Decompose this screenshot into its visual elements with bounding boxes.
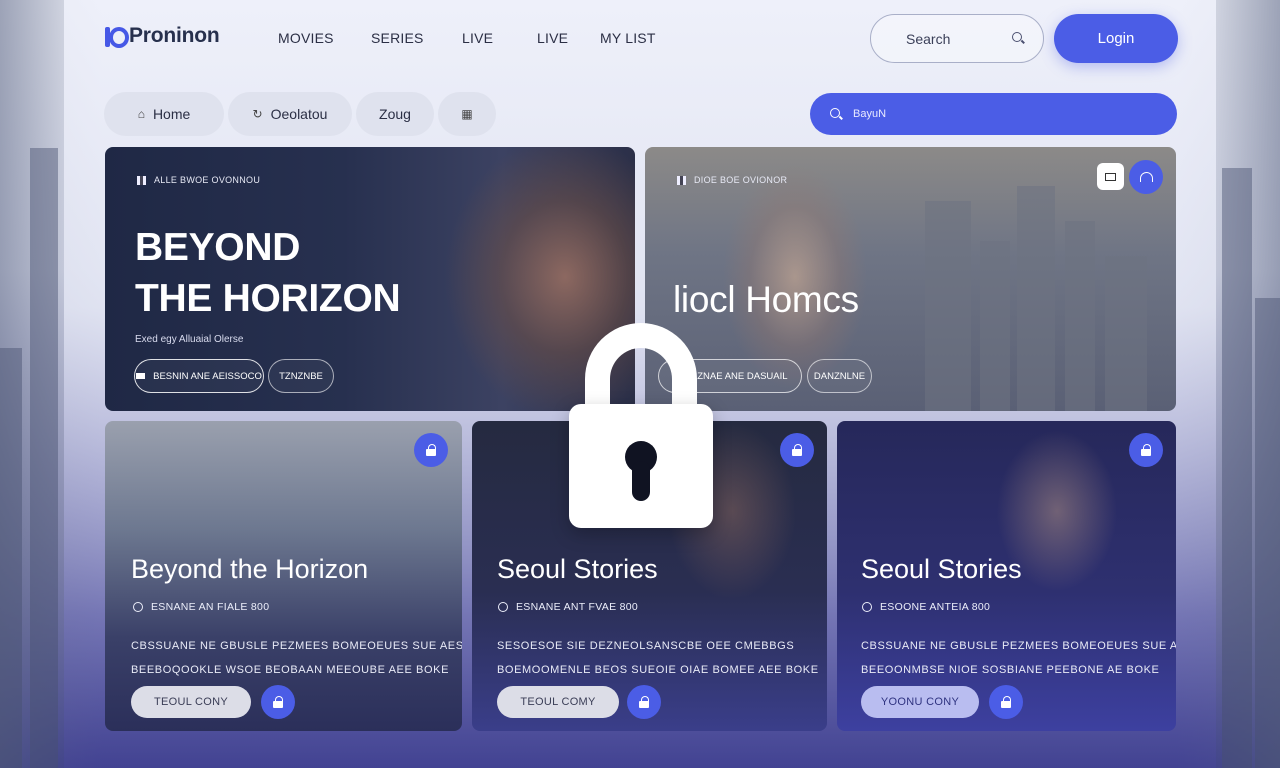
bookmark-icon	[137, 175, 146, 185]
home-icon: ⌂	[137, 107, 145, 121]
tile-title: Beyond the Horizon	[131, 554, 369, 584]
lock-button[interactable]	[261, 685, 295, 719]
tile-title: Seoul Stories	[497, 554, 658, 584]
hero-card-local-homes[interactable]: DIOE BOE OVIONOR liocl Homcs PLENZNAE AN…	[645, 147, 1176, 411]
nav-live-2[interactable]: LIVE	[537, 30, 568, 46]
nav-live[interactable]: LIVE	[462, 30, 493, 46]
tile-description: SESOESOE SIE DEZNEOLSANSCBE OEE CMEBBGS …	[497, 634, 819, 682]
play-icon	[136, 373, 146, 379]
hero-meta: Exed egy Alluaial Olerse	[135, 334, 244, 345]
chip-zoug-label: Zoug	[379, 106, 411, 122]
brand-name: Proninon	[129, 24, 220, 47]
tile-action-button[interactable]: TEOUL CONY	[131, 686, 251, 718]
chip-home[interactable]: ⌂ Home	[104, 92, 224, 136]
grid-icon: ▦	[461, 107, 473, 121]
hero-title: BEYOND THE HORIZON	[135, 222, 401, 324]
lock-button[interactable]	[627, 685, 661, 719]
lock-icon	[780, 433, 814, 467]
secondary-search-text: BayuN	[853, 108, 887, 120]
nav-my-list[interactable]: MY LIST	[600, 30, 656, 46]
hero-title-line1: BEYOND	[135, 226, 301, 269]
chip-oeolatou[interactable]: ↻ Oeolatou	[228, 92, 352, 136]
lock-icon	[1129, 433, 1163, 467]
tile-beyond-the-horizon[interactable]: Beyond the Horizon ESNANE AN FIALE 800 C…	[105, 421, 462, 731]
nav-movies[interactable]: MOVIES	[278, 30, 334, 46]
hero-primary-button[interactable]: BESNIN ANE AEISSOCO	[134, 359, 264, 393]
login-button[interactable]: Login	[1054, 14, 1178, 63]
tile-desc-line1: CBSSUANE NE GBUSLE PEZMEES BOMEOEUES SUE…	[131, 640, 462, 652]
tile-seoul-stories-2[interactable]: Seoul Stories ESOONE ANTEIA 800 CBSSUANE…	[837, 421, 1176, 731]
tile-info-text: ESNANE AN FIALE 800	[151, 601, 270, 613]
hero-primary-label: BESNIN ANE AEISSOCO	[153, 370, 262, 382]
headset-icon[interactable]	[1129, 160, 1163, 194]
tile-action-button[interactable]: TEOUL COMY	[497, 686, 619, 718]
tile-desc-line1: SESOESOE SIE DEZNEOLSANSCBE OEE CMEBBGS	[497, 640, 795, 652]
tile-action-button[interactable]: YOONU CONY	[861, 686, 979, 718]
search-icon	[830, 107, 843, 121]
clock-icon	[862, 602, 872, 612]
search-icon[interactable]	[1012, 32, 1025, 45]
hero-title-line2: THE HORIZON	[135, 277, 401, 320]
hero2-tag: DIOE BOE OVIONOR	[677, 175, 787, 185]
tile-desc-line1: CBSSUANE NE GBUSLE PEZMEES BOMEOEUES SUE…	[861, 640, 1176, 652]
tile-description: CBSSUANE NE GBUSLE PEZMEES BOMEOEUES SUE…	[861, 634, 1176, 682]
lock-icon	[1001, 696, 1011, 708]
tile-info: ESNANE AN FIALE 800	[133, 601, 269, 613]
hero2-title: liocl Homcs	[673, 279, 859, 320]
brand-logo[interactable]: Proninon	[105, 24, 220, 48]
tile-desc-line2: BEEBOQOOKLE WSOE BEOBAAN MEEOUBE AEE BOK…	[131, 664, 450, 676]
bookmark-icon	[677, 175, 686, 185]
lock-icon	[414, 433, 448, 467]
lock-button[interactable]	[989, 685, 1023, 719]
secondary-search-bar[interactable]: BayuN	[810, 93, 1177, 135]
clock-icon	[133, 602, 143, 612]
hero-tag: ALLE BWOE OVONNOU	[137, 175, 260, 185]
lock-icon	[273, 696, 283, 708]
hero2-tag-text: DIOE BOE OVIONOR	[694, 175, 788, 185]
hero-card-beyond-horizon[interactable]: ALLE BWOE OVONNOU BEYOND THE HORIZON Exe…	[105, 147, 635, 411]
hero-secondary-label: TZNZNBE	[279, 370, 323, 382]
clock-icon	[498, 602, 508, 612]
chip-oeolatou-label: Oeolatou	[270, 106, 328, 122]
chip-grid[interactable]: ▦	[438, 92, 496, 136]
tile-info-text: ESNANE ANT FVAE 800	[516, 601, 639, 613]
search-input[interactable]: Search	[870, 14, 1044, 63]
search-placeholder: Search	[906, 30, 951, 47]
chip-home-label: Home	[152, 106, 191, 122]
lock-icon	[639, 696, 649, 708]
tile-desc-line2: BEEOONMBSE NIOE SOSBIANE PEEBONE AE BOKE	[861, 664, 1160, 676]
logo-icon	[105, 25, 129, 48]
tile-description: CBSSUANE NE GBUSLE PEZMEES BOMEOEUES SUE…	[131, 634, 462, 682]
tile-info: ESOONE ANTEIA 800	[862, 601, 990, 613]
expand-icon[interactable]	[1097, 163, 1124, 190]
tile-info: ESNANE ANT FVAE 800	[498, 601, 638, 613]
hero-secondary-button[interactable]: TZNZNBE	[268, 359, 334, 393]
lock-icon	[569, 323, 713, 528]
refresh-icon: ↻	[252, 107, 263, 121]
hero-tag-text: ALLE BWOE OVONNOU	[154, 175, 261, 185]
chip-zoug[interactable]: Zoug	[356, 92, 434, 136]
hero2-secondary-button[interactable]: DANZNLNE	[807, 359, 872, 393]
nav-series[interactable]: SERIES	[371, 30, 424, 46]
tile-title: Seoul Stories	[861, 554, 1022, 584]
tile-desc-line2: BOEMOOMENLE BEOS SUEOIE OIAE BOMEE AEE B…	[497, 664, 819, 676]
hero2-secondary-label: DANZNLNE	[813, 370, 866, 382]
tile-info-text: ESOONE ANTEIA 800	[880, 601, 991, 613]
